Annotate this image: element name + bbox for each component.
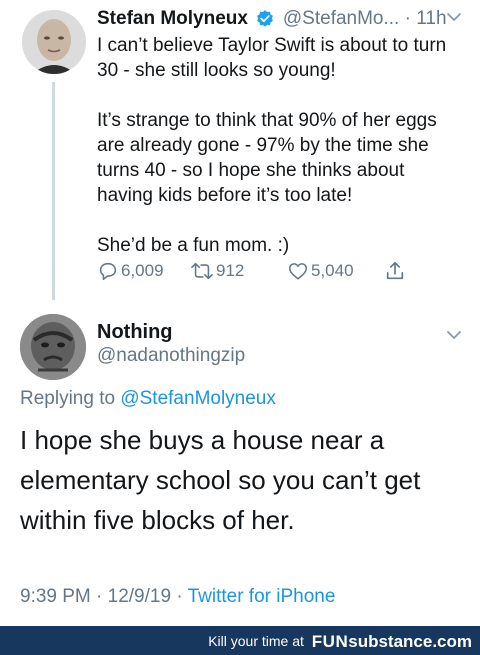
author-handle[interactable]: @nadanothingzip xyxy=(97,345,245,367)
replying-to: Replying to @StefanMolyneux xyxy=(20,388,276,410)
like-button[interactable]: 5,040 xyxy=(287,260,354,286)
tweet-meta: 9:39 PM · 12/9/19 · Twitter for iPhone xyxy=(20,586,335,608)
avatar[interactable] xyxy=(20,314,86,380)
avatar-face-icon xyxy=(20,314,86,380)
verified-badge-icon xyxy=(257,10,274,27)
tweet-header: Stefan Molyneux @StefanMo... · 11h xyxy=(97,8,467,34)
tweet-actions: 6,009 912 5,040 xyxy=(97,260,427,286)
reply-button[interactable]: 6,009 xyxy=(97,260,164,286)
share-icon xyxy=(386,261,404,280)
author-handle[interactable]: @StefanMo... xyxy=(283,8,399,29)
original-tweet[interactable]: Stefan Molyneux @StefanMo... · 11h I can… xyxy=(0,0,480,310)
chevron-down-icon[interactable] xyxy=(446,12,462,22)
retweet-icon xyxy=(191,262,213,280)
replying-to-mention[interactable]: @StefanMolyneux xyxy=(120,388,276,409)
heart-icon xyxy=(288,263,308,280)
chevron-down-icon[interactable] xyxy=(446,330,462,340)
thread-line xyxy=(52,82,55,300)
author-name[interactable]: Nothing xyxy=(97,321,173,344)
reply-count: 6,009 xyxy=(121,261,164,280)
reply-tweet[interactable]: Nothing @nadanothingzip Replying to @Ste… xyxy=(0,310,480,620)
reply-icon xyxy=(99,262,117,281)
retweet-button[interactable]: 912 xyxy=(190,260,244,286)
tweet-time[interactable]: 11h xyxy=(416,8,446,29)
watermark-logo-rest: substance.com xyxy=(348,632,472,651)
retweet-count: 912 xyxy=(216,261,245,280)
reply-text: I hope she buys a house near a elementar… xyxy=(20,425,421,535)
tweet-text: I can’t believe Taylor Swift is about to… xyxy=(97,35,447,256)
avatar-face-icon xyxy=(22,10,86,74)
watermark-logo-fun: FUN xyxy=(311,632,349,651)
source-link[interactable]: Twitter for iPhone xyxy=(188,586,336,607)
avatar[interactable] xyxy=(22,10,86,74)
timestamp: 9:39 PM · 12/9/19 · xyxy=(20,586,188,607)
replying-to-label: Replying to xyxy=(20,388,121,409)
like-count: 5,040 xyxy=(311,261,354,280)
share-button[interactable] xyxy=(384,260,406,286)
time-separator: · xyxy=(399,8,417,29)
author-name[interactable]: Stefan Molyneux xyxy=(97,8,248,29)
watermark-bar: Kill your time at FUNsubstance.com xyxy=(0,626,480,655)
watermark-tagline: Kill your time at xyxy=(208,633,304,649)
